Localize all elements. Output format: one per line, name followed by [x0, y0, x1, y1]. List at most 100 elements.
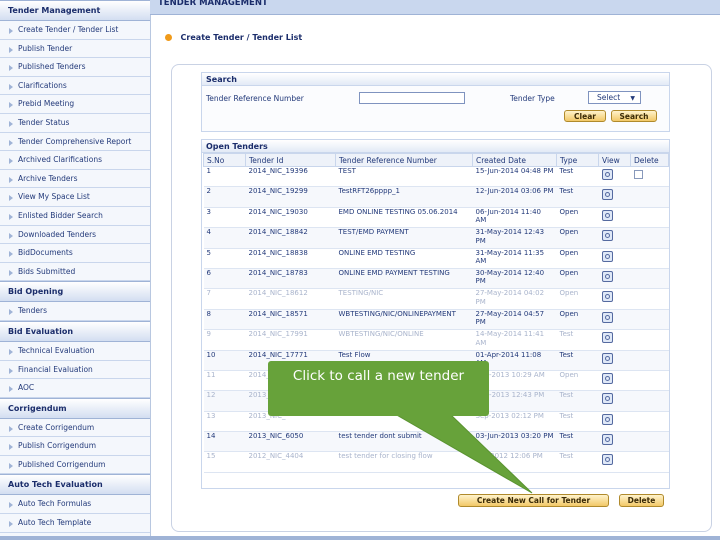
- table-cell: WBTESTING/NIC/ONLINE: [335, 329, 473, 351]
- table-cell: 8: [203, 309, 246, 331]
- table-cell: 2014_NIC_18838: [245, 248, 336, 269]
- table-row: 5 2014_NIC_18838 ONLINE EMD TESTING 31-May-…: [203, 248, 669, 269]
- view-cell: [598, 350, 631, 371]
- delete-cell: [630, 329, 669, 351]
- sidebar-item[interactable]: Technical Evaluation: [0, 341, 150, 361]
- sidebar-item[interactable]: Financial Evaluation: [0, 360, 150, 380]
- table-cell: 2014_NIC_19030: [245, 207, 336, 229]
- sidebar-item[interactable]: Tender Status: [0, 113, 150, 133]
- sidebar-item[interactable]: Auto Tech Formulas: [0, 495, 150, 515]
- view-icon[interactable]: [601, 291, 613, 303]
- sidebar-item[interactable]: Tenders: [0, 302, 150, 321]
- table-cell: EMD ONLINE TESTING 05.06.2014: [335, 207, 473, 229]
- sidebar-section-title[interactable]: Bid Opening: [0, 281, 150, 303]
- view-icon[interactable]: [601, 311, 613, 323]
- table-cell: Test: [556, 186, 599, 208]
- search-button[interactable]: Search: [611, 110, 657, 122]
- sidebar-item[interactable]: Archive Tenders: [0, 169, 150, 189]
- table-cell: 14-May-2014 11:41 AM: [472, 329, 557, 351]
- view-cell: [598, 411, 631, 433]
- tenders-title-bar: [202, 140, 669, 153]
- table-row: 3 2014_NIC_19030 EMD ONLINE TESTING 05.06.…: [203, 207, 669, 229]
- sidebar-item[interactable]: Publish Tender: [0, 39, 150, 59]
- table-cell: test tender dont submit: [335, 431, 473, 453]
- sidebar-item[interactable]: AOC: [0, 379, 150, 398]
- search-title-bar: [202, 73, 669, 86]
- view-icon[interactable]: [601, 352, 613, 364]
- table-cell: 15-Jun-2014 04:48 PM: [472, 166, 557, 188]
- sidebar-section-title[interactable]: Bid Evaluation: [0, 320, 150, 342]
- view-cell: [598, 390, 631, 412]
- sidebar-item[interactable]: Published Corrigendum: [0, 455, 150, 475]
- table-cell: 2014_NIC_17991: [245, 329, 336, 351]
- column-header: S.No: [203, 153, 246, 167]
- sidebar-item[interactable]: BidDocuments: [0, 244, 150, 263]
- table-cell: 31-May-2014 12:43 PM: [472, 227, 557, 249]
- delete-cell: [630, 350, 669, 371]
- table-cell: TEST: [335, 166, 473, 188]
- view-icon[interactable]: [601, 413, 613, 425]
- table-cell: Open: [556, 207, 599, 229]
- search-title: Search: [206, 75, 237, 84]
- table-cell: 12: [203, 390, 246, 412]
- sidebar-section-title[interactable]: Auto Tech Evaluation: [0, 474, 150, 496]
- view-icon[interactable]: [601, 169, 613, 180]
- sidebar-item[interactable]: Publish Corrigendum: [0, 437, 150, 456]
- view-icon[interactable]: [601, 230, 613, 242]
- sidebar-item[interactable]: Bids Submitted: [0, 262, 150, 282]
- sidebar-section-title[interactable]: Corrigendum: [0, 397, 150, 419]
- view-cell: [598, 370, 631, 392]
- view-icon[interactable]: [601, 372, 613, 384]
- sidebar-item[interactable]: Prebid Meeting: [0, 95, 150, 114]
- sidebar-item[interactable]: View My Space List: [0, 188, 150, 207]
- view-icon[interactable]: [601, 189, 613, 201]
- table-cell: 2014_NIC_18571: [245, 309, 336, 331]
- sidebar-item[interactable]: Published Tenders: [0, 58, 150, 77]
- delete-cell: [630, 309, 669, 331]
- view-icon[interactable]: [601, 270, 613, 282]
- sidebar-section-title[interactable]: Tender Management: [0, 0, 150, 21]
- delete-button[interactable]: Delete: [619, 494, 664, 507]
- view-cell: [598, 186, 631, 208]
- view-icon[interactable]: [601, 332, 613, 344]
- callout-text: Click to call a new tender: [292, 368, 465, 384]
- breadcrumb-label: Create Tender / Tender List: [180, 33, 303, 42]
- tender-type-select[interactable]: Select ▼: [588, 91, 641, 104]
- sidebar-item[interactable]: Clarifications: [0, 76, 150, 96]
- column-header: View: [598, 153, 631, 167]
- table-cell: ONLINE EMD PAYMENT TESTING: [335, 268, 473, 290]
- delete-checkbox[interactable]: [633, 170, 643, 179]
- sidebar-item[interactable]: Create Tender / Tender List: [0, 21, 150, 40]
- column-header: Tender Reference Number: [335, 153, 473, 167]
- sidebar-item[interactable]: Downloaded Tenders: [0, 225, 150, 245]
- table-cell: TEST/EMD PAYMENT: [335, 227, 473, 249]
- view-cell: [598, 288, 631, 310]
- sidebar-item[interactable]: Auto Tech Template: [0, 514, 150, 533]
- table-cell: 03-Jun-2013 03:20 PM: [472, 431, 557, 453]
- dropdown-arrow-icon: ▼: [630, 95, 635, 102]
- sidebar-item[interactable]: Enlisted Bidder Search: [0, 206, 150, 226]
- sidebar-item[interactable]: Create Corrigendum: [0, 418, 150, 438]
- table-cell: 7: [203, 288, 246, 310]
- sidebar-item[interactable]: Archived Clarifications: [0, 151, 150, 170]
- column-header: Created Date: [472, 153, 557, 167]
- view-icon[interactable]: [601, 393, 613, 405]
- table-cell: 9: [203, 329, 246, 351]
- view-icon[interactable]: [601, 250, 613, 262]
- table-cell: ONLINE EMD TESTING: [335, 248, 473, 269]
- create-new-call-button[interactable]: Create New Call for Tender: [458, 494, 609, 507]
- view-icon[interactable]: [601, 209, 613, 221]
- view-cell: [598, 248, 631, 269]
- tenders-title: Open Tenders: [206, 142, 268, 151]
- view-icon[interactable]: [601, 434, 613, 446]
- clear-button[interactable]: Clear: [564, 110, 606, 122]
- ref-number-input[interactable]: [359, 92, 465, 104]
- table-cell: 14: [203, 431, 246, 453]
- view-icon[interactable]: [601, 454, 613, 466]
- table-cell: 2014_NIC_19396: [245, 166, 336, 188]
- table-row: 9 2014_NIC_17991 WBTESTING/NIC/ONLINE 14-Ma…: [203, 329, 669, 351]
- table-cell: 2012_NIC_4404: [245, 451, 336, 473]
- delete-cell: [630, 268, 669, 290]
- sidebar-item[interactable]: Tender Comprehensive Report: [0, 132, 150, 152]
- view-cell: [598, 309, 631, 331]
